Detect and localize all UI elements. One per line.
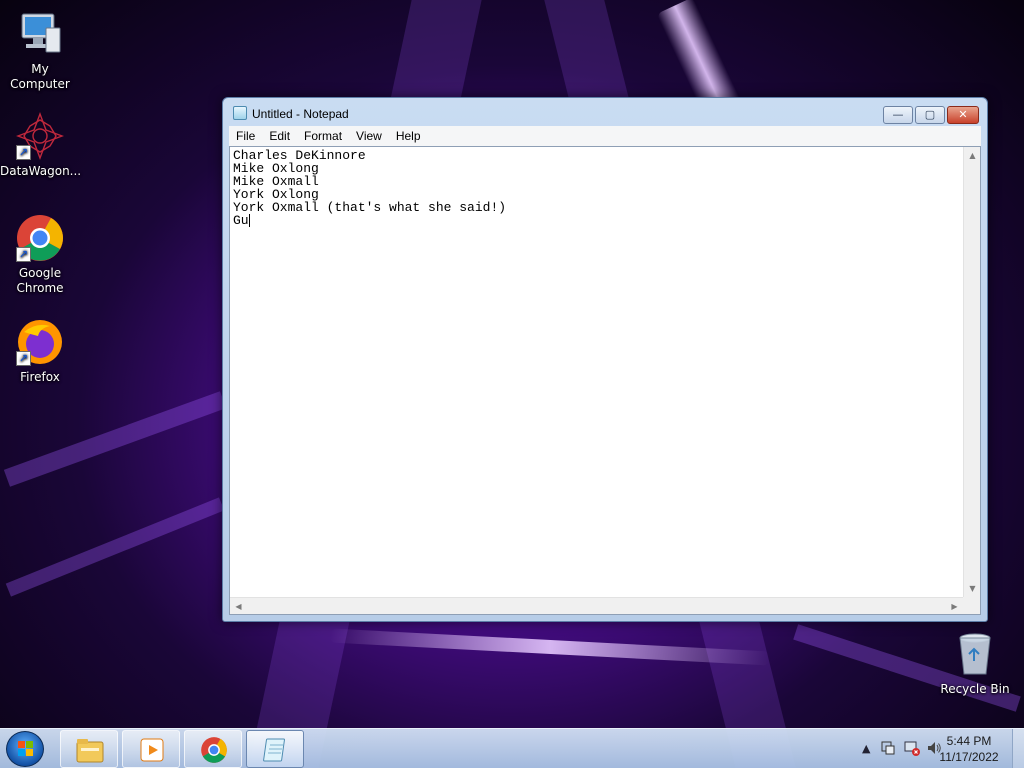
minimize-button[interactable]: — xyxy=(883,106,913,124)
notepad-icon xyxy=(261,736,291,764)
system-tray: ▲ 5:44 PM 11/17/2022 xyxy=(834,729,1024,768)
scroll-right-icon[interactable]: ▶ xyxy=(946,598,963,615)
shortcut-arrow-icon: ↗ xyxy=(16,351,31,366)
vertical-scrollbar[interactable]: ▲ ▼ xyxy=(963,147,980,597)
firefox-icon: ↗ xyxy=(16,318,64,366)
desktop-icon-my-computer[interactable]: My Computer xyxy=(0,10,80,92)
desktop-icon-recycle-bin[interactable]: Recycle Bin xyxy=(935,630,1015,697)
notepad-icon xyxy=(233,106,247,120)
close-button[interactable]: ✕ xyxy=(947,106,979,124)
media-player-icon xyxy=(137,736,167,764)
desktop-icon-datawagon[interactable]: ↗ DataWagon... xyxy=(0,112,82,179)
taskbar: ▲ 5:44 PM 11/17/2022 xyxy=(0,728,1024,768)
taskbar-chrome[interactable] xyxy=(184,730,242,768)
shortcut-arrow-icon: ↗ xyxy=(16,145,31,160)
text-line: Charles DeKinnore xyxy=(233,148,366,163)
datawagon-icon: ↗ xyxy=(16,112,64,160)
desktop-icon-label: Recycle Bin xyxy=(940,682,1010,696)
show-hidden-icons-button[interactable]: ▲ xyxy=(862,742,870,755)
chrome-icon: ↗ xyxy=(16,214,64,262)
clock[interactable]: 5:44 PM 11/17/2022 xyxy=(934,733,1004,765)
desktop-icon-label: Google Chrome xyxy=(16,266,64,295)
menu-edit[interactable]: Edit xyxy=(262,126,297,146)
text-caret xyxy=(248,214,250,227)
start-button[interactable] xyxy=(6,731,44,767)
scroll-down-icon[interactable]: ▼ xyxy=(964,580,981,597)
taskbar-explorer[interactable] xyxy=(60,730,118,768)
text-line-current: Gu xyxy=(233,214,960,227)
menu-view[interactable]: View xyxy=(349,126,389,146)
maximize-button[interactable]: ▢ xyxy=(915,106,945,124)
text-line: York Oxmall (that's what she said!) xyxy=(233,200,507,215)
text-line: Mike Oxmall xyxy=(233,174,319,189)
shortcut-arrow-icon: ↗ xyxy=(16,247,31,262)
menu-help[interactable]: Help xyxy=(389,126,428,146)
computer-icon xyxy=(16,10,64,58)
desktop-icon-firefox[interactable]: ↗ Firefox xyxy=(0,318,80,385)
text-line: Gu xyxy=(233,213,249,228)
desktop-icon-label: My Computer xyxy=(10,62,70,91)
desktop-icon-google-chrome[interactable]: ↗ Google Chrome xyxy=(0,214,80,296)
desktop-icon-label: DataWagon... xyxy=(0,164,82,178)
explorer-icon xyxy=(75,736,105,764)
desktop-icon-label: Firefox xyxy=(20,370,60,384)
window-title: Untitled - Notepad xyxy=(252,107,349,121)
title-bar[interactable]: Untitled - Notepad — ▢ ✕ xyxy=(223,98,987,126)
chrome-icon xyxy=(199,736,229,764)
menu-file[interactable]: File xyxy=(229,126,262,146)
notepad-window[interactable]: Untitled - Notepad — ▢ ✕ File Edit Forma… xyxy=(222,97,988,622)
windows-logo-icon xyxy=(18,741,34,757)
show-desktop-button[interactable] xyxy=(1012,729,1024,768)
text-line: Mike Oxlong xyxy=(233,161,319,176)
taskbar-media-player[interactable] xyxy=(122,730,180,768)
taskbar-notepad[interactable] xyxy=(246,730,304,768)
scroll-up-icon[interactable]: ▲ xyxy=(964,147,981,164)
clock-time: 5:44 PM xyxy=(946,734,992,748)
recycle-bin-icon xyxy=(951,630,999,678)
editor[interactable]: Charles DeKinnore Mike Oxlong Mike Oxmall Y… xyxy=(229,146,981,615)
menu-format[interactable]: Format xyxy=(297,126,349,146)
menu-bar: File Edit Format View Help xyxy=(229,126,981,146)
action-center-icon[interactable] xyxy=(880,740,896,759)
horizontal-scrollbar[interactable]: ◀ ▶ xyxy=(230,597,963,614)
scroll-left-icon[interactable]: ◀ xyxy=(230,598,247,615)
clock-date: 11/17/2022 xyxy=(939,750,999,764)
network-error-icon[interactable] xyxy=(904,740,920,759)
text-area[interactable]: Charles DeKinnore Mike Oxlong Mike Oxmall Y… xyxy=(230,147,963,597)
size-grip[interactable] xyxy=(963,597,980,614)
